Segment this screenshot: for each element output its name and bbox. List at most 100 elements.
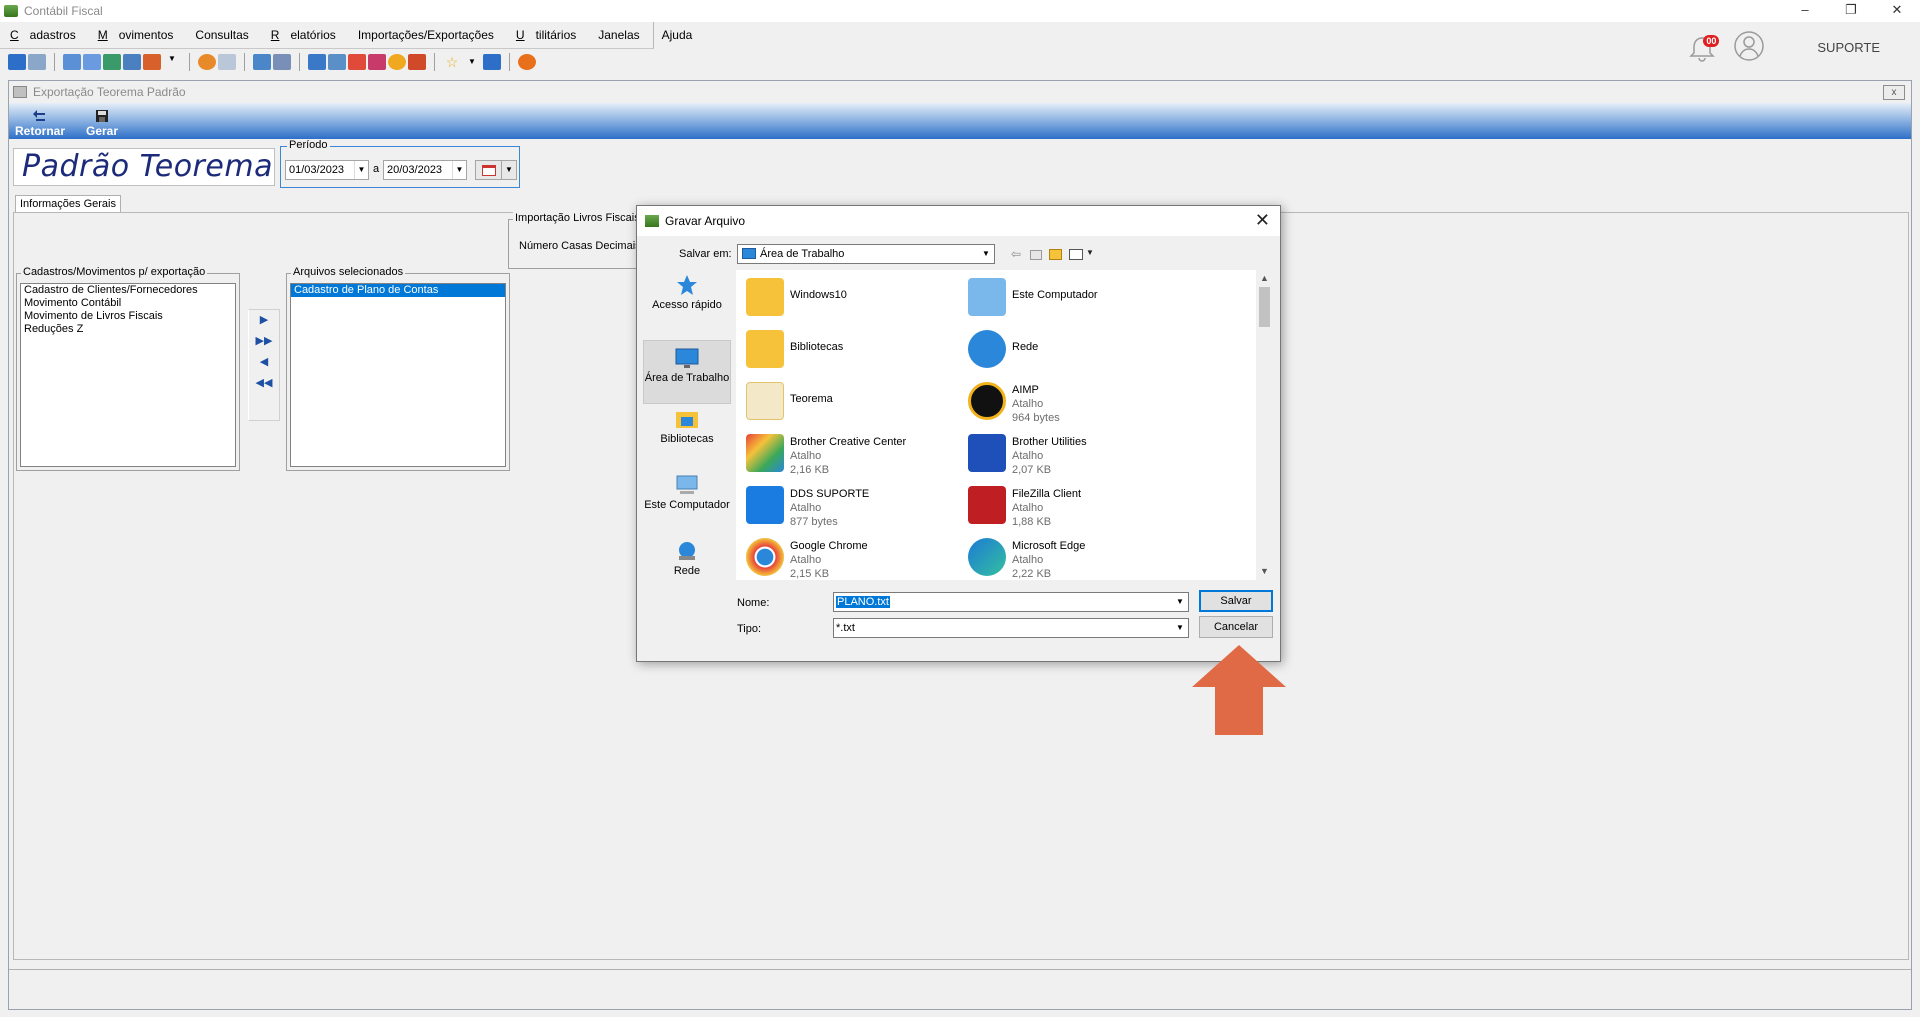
import-group-label: Importação Livros Fiscais <box>513 212 642 224</box>
back-icon[interactable]: ⇦ <box>1011 247 1021 261</box>
file-item[interactable]: Rede <box>962 324 1140 372</box>
place-libraries[interactable]: Bibliotecas <box>643 408 731 445</box>
toolbar-windows-icon[interactable] <box>218 54 236 70</box>
save-in-combo[interactable]: Área de Trabalho ▼ <box>737 244 995 264</box>
move-left-icon[interactable]: ◀ <box>249 352 279 373</box>
toolbar-graph-icon[interactable] <box>408 54 426 70</box>
edge-icon <box>968 538 1006 576</box>
toolbar-chart-icon[interactable] <box>143 54 161 70</box>
scroll-down-icon[interactable]: ▼ <box>1256 563 1273 580</box>
notifications-button[interactable]: 00 <box>1687 33 1720 63</box>
file-item[interactable]: Este Computador <box>962 272 1140 320</box>
toolbar-users-icon[interactable] <box>28 54 46 70</box>
menu-movimentos[interactable]: Movimentos <box>98 28 185 42</box>
chevron-down-icon[interactable]: ▼ <box>1172 619 1188 637</box>
toolbar-clock-icon[interactable] <box>388 54 406 70</box>
toolbar-grid-icon[interactable] <box>123 54 141 70</box>
file-item[interactable]: Windows10 <box>740 272 918 320</box>
user-avatar[interactable] <box>1733 30 1765 65</box>
scroll-thumb[interactable] <box>1259 287 1270 327</box>
move-all-left-icon[interactable]: ◀◀ <box>249 373 279 394</box>
save-dialog-title: Gravar Arquivo <box>665 214 746 228</box>
close-button[interactable]: ✕ <box>1874 0 1920 22</box>
file-item[interactable]: AIMP Atalho 964 bytes <box>962 376 1140 424</box>
toolbar-separator <box>189 53 190 71</box>
user-folder-icon <box>746 278 784 316</box>
file-item[interactable]: Brother Creative Center Atalho 2,16 KB <box>740 428 918 476</box>
chevron-down-icon: ▼ <box>505 165 513 174</box>
chevron-down-icon[interactable]: ▼ <box>452 161 466 179</box>
menu-relatorios[interactable]: Relatórios <box>271 28 347 42</box>
selected-list[interactable]: Cadastro de Plano de Contas <box>290 283 506 467</box>
calendar-button[interactable]: ▼ <box>475 160 517 180</box>
file-item[interactable]: Microsoft Edge Atalho 2,22 KB <box>962 532 1140 580</box>
tab-informacoes-gerais[interactable]: Informações Gerais <box>15 195 121 213</box>
menu-janelas[interactable]: Janelas <box>598 28 650 42</box>
file-name-field[interactable]: PLANO.txt ▼ <box>833 592 1189 612</box>
toolbar-favorites-dropdown-icon[interactable]: ▼ <box>463 54 481 70</box>
place-computer[interactable]: Este Computador <box>643 474 731 511</box>
toolbar-power-icon[interactable] <box>518 54 536 70</box>
window-controls: – ❐ ✕ <box>1782 0 1920 22</box>
cancel-button[interactable]: Cancelar <box>1199 616 1273 638</box>
file-type-select[interactable]: *.txt ▼ <box>833 618 1189 638</box>
toolbar-db-icon[interactable] <box>103 54 121 70</box>
toolbar-separator <box>434 53 435 71</box>
available-list[interactable]: Cadastro de Clientes/Fornecedores Movime… <box>20 283 236 467</box>
toolbar-calculator-icon[interactable] <box>328 54 346 70</box>
file-list-scrollbar[interactable]: ▲ ▼ <box>1256 270 1273 580</box>
list-item[interactable]: Movimento de Livros Fiscais <box>21 310 235 323</box>
toolbar-tree-icon[interactable] <box>83 54 101 70</box>
file-item[interactable]: Brother Utilities Atalho 2,07 KB <box>962 428 1140 476</box>
place-quick-access[interactable]: Acesso rápido <box>643 274 731 311</box>
toolbar-report-icon[interactable] <box>368 54 386 70</box>
generate-button[interactable]: Gerar <box>71 110 133 139</box>
list-item[interactable]: Movimento Contábil <box>21 297 235 310</box>
date-to-field[interactable]: 20/03/2023 ▼ <box>383 160 467 180</box>
toolbar-cadastro-icon[interactable] <box>8 54 26 70</box>
restore-button[interactable]: ❐ <box>1828 0 1874 22</box>
toolbar-calendar-icon[interactable] <box>348 54 366 70</box>
date-from-field[interactable]: 01/03/2023 ▼ <box>285 160 369 180</box>
toolbar-dropdown-icon[interactable]: ▼ <box>163 54 181 70</box>
chevron-down-icon[interactable]: ▼ <box>978 245 994 263</box>
file-item[interactable]: Teorema <box>740 376 918 424</box>
toolbar-gear-icon[interactable] <box>198 54 216 70</box>
new-folder-icon[interactable] <box>1049 249 1062 260</box>
menu-cadastros[interactable]: Cadastros <box>10 28 87 42</box>
list-item[interactable]: Cadastro de Plano de Contas <box>291 284 505 297</box>
toolbar-save-icon[interactable] <box>273 54 291 70</box>
file-item[interactable]: Google Chrome Atalho 2,15 KB <box>740 532 918 580</box>
place-desktop[interactable]: Área de Trabalho <box>643 340 731 404</box>
menu-importacoes-exportacoes[interactable]: Importações/Exportações <box>358 28 505 42</box>
menu-consultas[interactable]: Consultas <box>195 28 259 42</box>
list-item[interactable]: Reduções Z <box>21 323 235 336</box>
export-window-close-button[interactable]: x <box>1883 85 1905 100</box>
list-item[interactable]: Cadastro de Clientes/Fornecedores <box>21 284 235 297</box>
toolbar-calc-icon[interactable] <box>308 54 326 70</box>
file-list[interactable]: Windows10 Este Computador Bibliotecas Re… <box>736 270 1256 580</box>
file-item[interactable]: Bibliotecas <box>740 324 918 372</box>
close-icon[interactable]: ✕ <box>1255 210 1270 231</box>
toolbar-info-icon[interactable] <box>483 54 501 70</box>
toolbar-star-icon[interactable]: ☆ <box>443 54 461 70</box>
scroll-up-icon[interactable]: ▲ <box>1256 270 1273 287</box>
view-menu-icon[interactable] <box>1069 249 1083 260</box>
place-network[interactable]: Rede <box>643 540 731 577</box>
file-item[interactable]: DDS SUPORTE Atalho 877 bytes <box>740 480 918 528</box>
toolbar-list-icon[interactable] <box>63 54 81 70</box>
menu-utilitarios[interactable]: Utilitários <box>516 28 587 42</box>
minimize-button[interactable]: – <box>1782 0 1828 22</box>
move-all-right-icon[interactable]: ▶▶ <box>249 331 279 352</box>
chevron-down-icon[interactable]: ▼ <box>1086 248 1094 257</box>
chevron-down-icon[interactable]: ▼ <box>1172 593 1188 611</box>
chevron-down-icon[interactable]: ▼ <box>354 161 368 179</box>
star-icon <box>677 275 697 295</box>
back-button[interactable]: Retornar <box>9 110 71 139</box>
toolbar-export-icon[interactable] <box>253 54 271 70</box>
file-item[interactable]: FileZilla Client Atalho 1,88 KB <box>962 480 1140 528</box>
move-right-icon[interactable]: ▶ <box>249 310 279 331</box>
up-folder-icon[interactable] <box>1030 250 1042 260</box>
save-button[interactable]: Salvar <box>1199 590 1273 612</box>
menu-ajuda[interactable]: Ajuda <box>662 28 704 42</box>
